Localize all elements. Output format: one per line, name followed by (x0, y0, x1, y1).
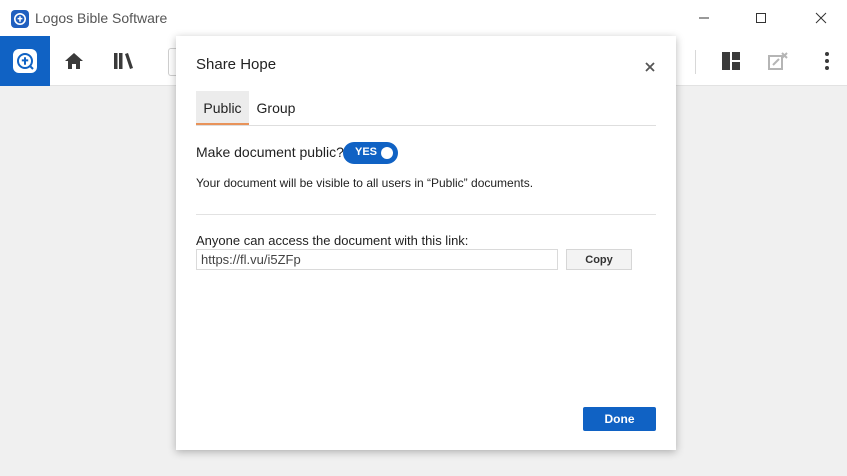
more-options-button[interactable] (807, 36, 847, 86)
toggle-state-label: YES (355, 146, 378, 158)
share-link-field[interactable] (196, 249, 558, 270)
library-button[interactable] (104, 36, 144, 86)
undock-panel-button[interactable] (758, 36, 798, 86)
logos-app-icon (11, 10, 29, 28)
home-button[interactable] (54, 36, 94, 86)
dialog-title: Share Hope (196, 56, 277, 73)
share-dialog: Share Hope Public Group Make document pu… (176, 36, 676, 450)
logos-home-tile[interactable] (0, 36, 50, 86)
copy-link-button[interactable]: Copy (566, 249, 632, 270)
tab-group[interactable]: Group (253, 91, 299, 125)
tab-public[interactable]: Public (196, 91, 249, 125)
minimize-icon (699, 17, 709, 19)
close-icon (815, 12, 827, 24)
done-button[interactable]: Done (583, 407, 656, 431)
visibility-note: Your document will be visible to all use… (196, 176, 534, 190)
toolbar-divider (695, 50, 696, 74)
section-divider (196, 214, 656, 215)
window-title: Logos Bible Software (35, 10, 168, 26)
undock-panel-icon (768, 52, 788, 70)
library-icon (114, 53, 133, 69)
make-public-label: Make document public? (196, 144, 344, 160)
share-link-label: Anyone can access the document with this… (196, 233, 469, 248)
toggle-knob (381, 147, 393, 159)
dialog-close-button[interactable] (639, 56, 661, 78)
window-titlebar: Logos Bible Software (0, 0, 847, 36)
layouts-icon (722, 52, 740, 70)
home-icon (65, 53, 83, 69)
window-close-button[interactable] (798, 0, 844, 36)
make-public-toggle[interactable]: YES (343, 142, 398, 164)
share-tabs: Public Group (196, 91, 656, 126)
maximize-button[interactable] (738, 0, 784, 36)
close-icon (645, 62, 655, 72)
minimize-button[interactable] (681, 0, 727, 36)
maximize-icon (756, 13, 766, 23)
more-options-icon (825, 52, 829, 70)
make-public-row: Make document public? YES (196, 142, 656, 165)
layouts-button[interactable] (711, 36, 751, 86)
logos-home-tile-icon (13, 49, 37, 73)
